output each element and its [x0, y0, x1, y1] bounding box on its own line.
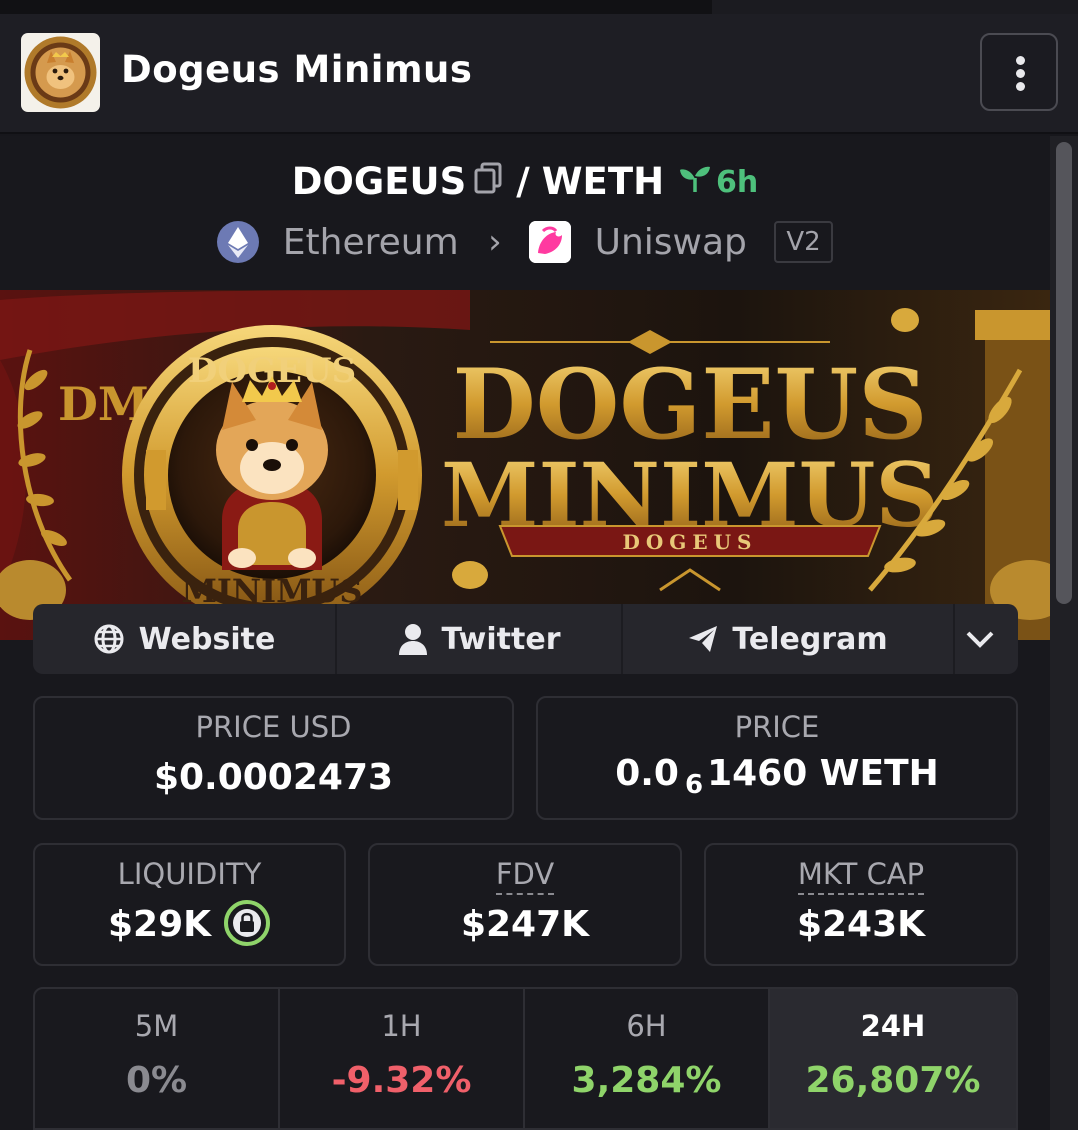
- pair-separator: /: [516, 160, 530, 203]
- market-cap-card: MKT CAP $243K: [704, 843, 1018, 966]
- dex-version-badge: V2: [774, 221, 833, 263]
- tab-6h[interactable]: 6H 3,284%: [525, 989, 770, 1128]
- dex-name[interactable]: Uniswap: [595, 222, 747, 263]
- market-cap-value: $243K: [796, 904, 926, 945]
- chevron-down-icon: [966, 631, 993, 648]
- pair-title: DOGEUS / WETH 6h: [0, 158, 1050, 208]
- banner-ribbon: DOGEUS: [623, 530, 758, 554]
- pair-age: 6h: [678, 164, 758, 200]
- status-strip-segment: [712, 0, 1078, 14]
- main-panel: DOGEUS / WETH 6h Ethereum › Uniswap V2 D…: [0, 136, 1050, 1130]
- token-name: Dogeus Minimus: [121, 48, 473, 91]
- telegram-link-label: Telegram: [732, 621, 888, 657]
- globe-icon: [94, 624, 124, 654]
- price-usd-card: PRICE USD $0.0002473: [33, 696, 514, 820]
- copy-icon[interactable]: [474, 160, 502, 203]
- quote-symbol: WETH: [541, 160, 665, 203]
- token-banner: DM DOGEUS MINIMUS DOGEUS MINIMUS DOGEUS: [0, 290, 1050, 640]
- social-links-bar: Website Twitter Telegram: [33, 604, 1018, 674]
- token-logo: [21, 33, 100, 112]
- price-native-label: PRICE: [734, 710, 820, 744]
- fdv-label[interactable]: FDV: [370, 857, 680, 895]
- price-change-tabs: 5M 0% 1H -9.32% 6H 3,284% 24H 26,807%: [33, 987, 1018, 1130]
- scrollbar-thumb[interactable]: [1056, 142, 1072, 604]
- user-icon: [398, 624, 427, 655]
- tab-period: 5M: [134, 1009, 179, 1043]
- tab-change: -9.32%: [331, 1060, 472, 1101]
- liquidity-value: $29K: [107, 904, 212, 945]
- more-links-button[interactable]: [955, 604, 1018, 674]
- website-link-label: Website: [138, 621, 276, 657]
- tab-change: 3,284%: [571, 1060, 722, 1101]
- tab-5m[interactable]: 5M 0%: [35, 989, 280, 1128]
- price-native-value: 0.0 6 1460 WETH: [538, 752, 1016, 807]
- price-native-card: PRICE 0.0 6 1460 WETH: [536, 696, 1018, 820]
- price-native-prefix: 0.0: [615, 753, 679, 794]
- status-strip: [0, 0, 1078, 14]
- pair-age-text: 6h: [716, 164, 759, 200]
- tab-24h[interactable]: 24H 26,807%: [770, 989, 1016, 1128]
- paper-plane-icon: [689, 626, 718, 652]
- fdv-card: FDV $247K: [368, 843, 682, 966]
- chevron-right-icon: ›: [488, 222, 502, 262]
- price-usd-value: $0.0002473: [153, 757, 394, 798]
- price-native-zero-count: 6: [684, 770, 704, 800]
- ethereum-icon: [217, 221, 260, 263]
- twitter-link[interactable]: Twitter: [337, 604, 623, 674]
- lock-icon[interactable]: [223, 899, 271, 947]
- liquidity-label: LIQUIDITY: [117, 857, 262, 891]
- twitter-link-label: Twitter: [441, 621, 561, 657]
- market-cap-label[interactable]: MKT CAP: [706, 857, 1016, 895]
- tab-1h[interactable]: 1H -9.32%: [280, 989, 525, 1128]
- tab-period: 24H: [860, 1009, 926, 1043]
- telegram-link[interactable]: Telegram: [623, 604, 955, 674]
- price-usd-label: PRICE USD: [195, 710, 352, 744]
- website-link[interactable]: Website: [33, 604, 337, 674]
- more-menu-button[interactable]: [980, 33, 1058, 111]
- liquidity-value-row: $29K: [35, 900, 344, 947]
- tab-change: 0%: [125, 1060, 188, 1101]
- tab-change: 26,807%: [805, 1060, 981, 1101]
- sprout-icon: [680, 166, 711, 192]
- price-native-suffix: 1460 WETH: [707, 753, 939, 794]
- chain-breadcrumb: Ethereum › Uniswap V2: [0, 220, 1050, 268]
- token-header: Dogeus Minimus: [0, 14, 1078, 134]
- liquidity-card: LIQUIDITY $29K: [33, 843, 346, 966]
- chain-name[interactable]: Ethereum: [283, 222, 459, 263]
- base-symbol: DOGEUS: [291, 160, 467, 203]
- fdv-value: $247K: [460, 904, 590, 945]
- tab-period: 6H: [626, 1009, 667, 1043]
- uniswap-icon: [529, 221, 572, 263]
- tab-period: 1H: [381, 1009, 422, 1043]
